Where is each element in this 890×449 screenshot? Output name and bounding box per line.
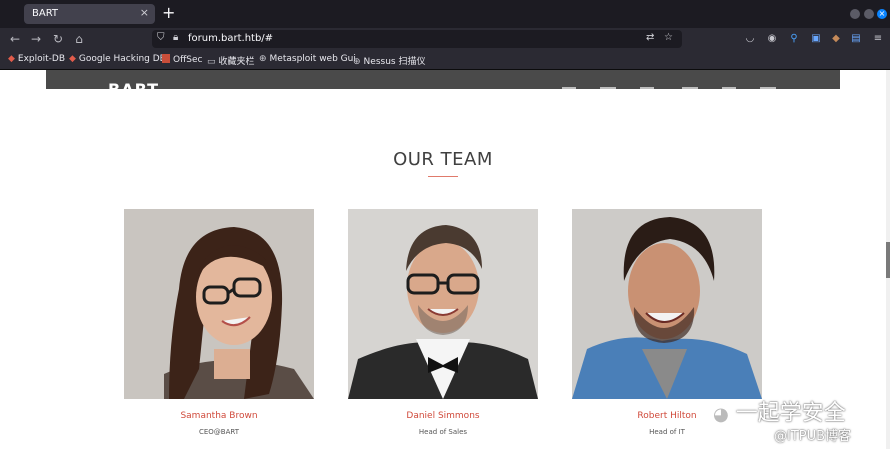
new-tab-button[interactable]: +: [162, 3, 175, 23]
location-icon[interactable]: ⚲: [787, 32, 801, 46]
proxy-icon[interactable]: ◉: [765, 32, 779, 46]
bookmark-label: Exploit-DB: [17, 54, 66, 64]
bookmarks-toolbar: ◆ Exploit-DB ◆ Google Hacking DB OffSec ▭ 收…: [0, 50, 890, 70]
shield-icon[interactable]: ⛉: [157, 32, 165, 43]
globe-icon: ⊕: [353, 57, 361, 67]
bookmark-label: Nessus 扫描仪: [363, 57, 426, 67]
bookmark-offsec[interactable]: OffSec: [162, 54, 202, 65]
team-member-card: Daniel Simmons Head of Sales: [348, 209, 538, 436]
window-close-button[interactable]: ×: [877, 9, 887, 19]
extension-chat-icon[interactable]: ▣: [809, 32, 823, 46]
site-header: BART: [46, 70, 840, 89]
wechat-icon: ◕: [713, 404, 729, 425]
bookmark-star-icon[interactable]: ☆: [664, 32, 673, 43]
team-heading: OUR TEAM: [393, 149, 493, 170]
bookmark-nessus[interactable]: ⊕ Nessus 扫描仪: [353, 54, 425, 67]
member-photo: [124, 209, 314, 399]
exploit-db-icon: ◆: [8, 54, 15, 64]
member-name: Daniel Simmons: [406, 411, 480, 421]
site-brand[interactable]: BART: [108, 80, 159, 89]
bookmark-exploit-db[interactable]: ◆ Exploit-DB: [8, 54, 65, 64]
url-text[interactable]: forum.bart.htb/#: [188, 33, 273, 44]
header-nav-remnants: [562, 87, 786, 89]
menu-icon[interactable]: ≡: [871, 32, 885, 46]
tab-strip: BART × + ×: [0, 0, 890, 28]
itpub-watermark: @ITPUB博客: [774, 429, 852, 444]
member-photo: [348, 209, 538, 399]
heading-underline: [428, 176, 458, 177]
web-page: BART OUR TEAM: [0, 70, 886, 449]
bookmark-label: Google Hacking DB: [78, 54, 166, 64]
bookmark-metasploit[interactable]: ⊕ Metasploit web Gui: [259, 54, 356, 64]
minimize-button[interactable]: [850, 9, 860, 19]
scrollbar-thumb[interactable]: [886, 242, 890, 278]
wechat-watermark-text: 一起学安全: [735, 401, 846, 426]
bookmark-label: Metasploit web Gui: [269, 54, 356, 64]
lock-icon[interactable]: 🔒︎: [173, 32, 178, 43]
member-name: Samantha Brown: [180, 411, 258, 421]
offsec-icon: [162, 54, 170, 63]
extension-translate-icon[interactable]: ▤: [849, 32, 863, 46]
bookmark-folder[interactable]: ▭ 收藏夹栏: [207, 54, 255, 67]
google-hacking-db-icon: ◆: [69, 54, 76, 64]
tab-close-icon[interactable]: ×: [140, 6, 149, 19]
wechat-watermark: ◕ 一起学安全: [713, 395, 846, 427]
pocket-icon[interactable]: ◡: [743, 32, 757, 46]
browser-tab[interactable]: BART ×: [24, 4, 155, 24]
member-role: Head of Sales: [418, 428, 468, 436]
navigation-toolbar: ← → ↻ ⌂ ⛉ 🔒︎ forum.bart.htb/# ⇄ ☆ ◡ ◉ ⚲ …: [0, 28, 890, 50]
forward-icon[interactable]: →: [27, 30, 45, 48]
tab-title: BART: [32, 8, 59, 19]
member-role: CEO@BART: [198, 428, 240, 436]
bookmark-label: 收藏夹栏: [218, 57, 255, 67]
back-icon[interactable]: ←: [6, 30, 24, 48]
folder-icon: ▭: [207, 57, 216, 67]
url-bar[interactable]: ⛉ 🔒︎ forum.bart.htb/# ⇄ ☆: [152, 30, 682, 48]
translate-icon[interactable]: ⇄: [646, 32, 654, 43]
globe-icon: ⊕: [259, 54, 267, 64]
maximize-button[interactable]: [864, 9, 874, 19]
team-member-card: Samantha Brown CEO@BART: [124, 209, 314, 436]
member-photo: [572, 209, 762, 399]
bookmark-label: OffSec: [173, 55, 203, 65]
member-role: Head of IT: [649, 428, 685, 436]
extension-cookie-icon[interactable]: ◆: [829, 32, 843, 46]
home-icon[interactable]: ⌂: [70, 30, 88, 48]
reload-icon[interactable]: ↻: [49, 30, 67, 48]
bookmark-google-hacking-db[interactable]: ◆ Google Hacking DB: [69, 54, 166, 64]
